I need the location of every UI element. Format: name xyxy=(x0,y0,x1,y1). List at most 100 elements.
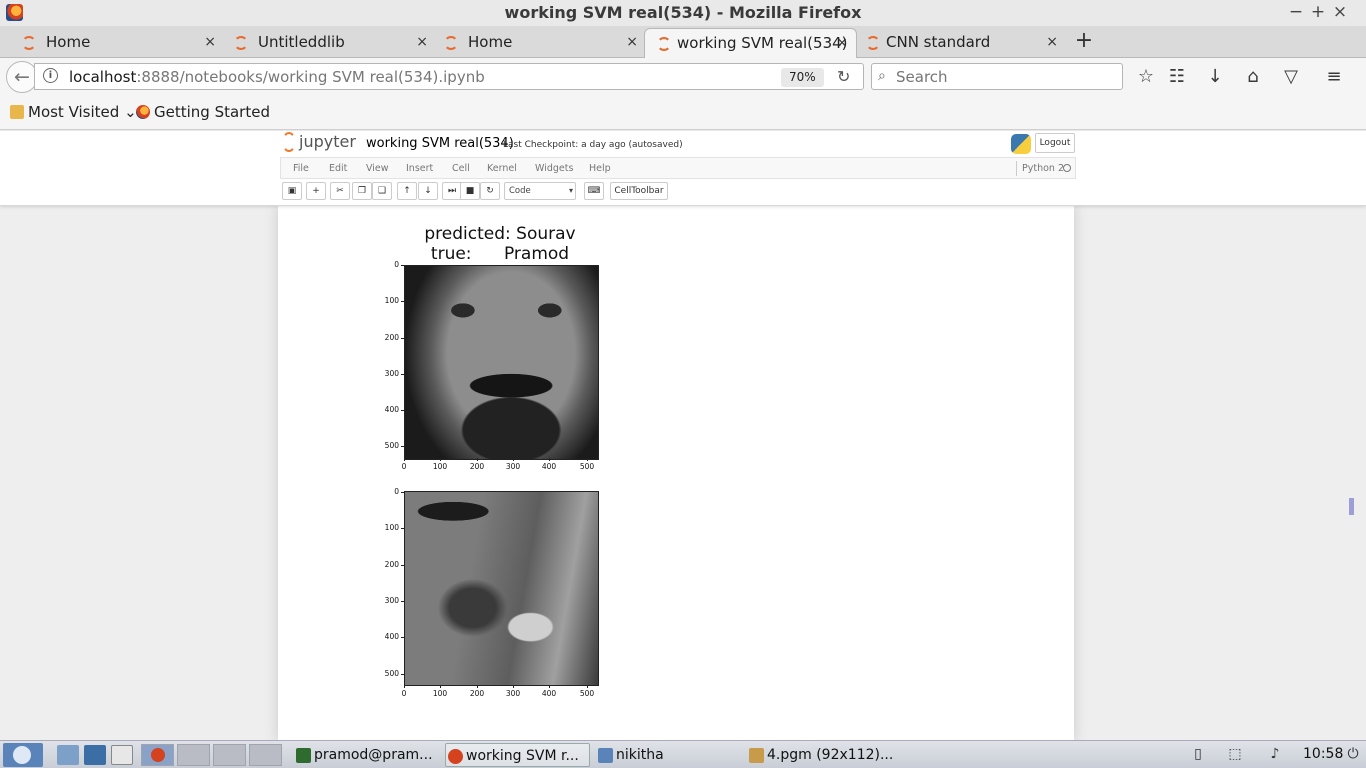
close-tab-icon[interactable]: × xyxy=(626,28,638,56)
scrollbar-thumb[interactable] xyxy=(1349,498,1354,515)
close-window-button[interactable]: × xyxy=(1330,2,1350,22)
interrupt-icon[interactable]: ■ xyxy=(460,182,480,200)
site-info-icon[interactable]: i xyxy=(43,68,58,83)
zoom-level-button[interactable]: 70% xyxy=(781,68,824,87)
workspace-4[interactable] xyxy=(249,744,282,766)
face-image xyxy=(405,266,598,459)
jupyter-logo-icon xyxy=(282,132,296,152)
close-tab-icon[interactable]: × xyxy=(836,29,848,57)
file-manager-icon[interactable] xyxy=(57,745,79,765)
network-icon[interactable]: ⬚ xyxy=(1225,746,1245,764)
task-label: 4.pgm (92x112)... xyxy=(767,747,892,763)
cut-icon[interactable]: ✂ xyxy=(330,182,350,200)
tab-strip: Home × Untitleddlib × Home × working SVM… xyxy=(0,26,1366,59)
menu-cell[interactable]: Cell xyxy=(452,163,470,174)
paste-icon[interactable]: ❑ xyxy=(372,182,392,200)
reading-list-icon[interactable]: ☷ xyxy=(1165,65,1189,89)
y-tick: 500 xyxy=(377,441,404,450)
workspace-1[interactable] xyxy=(141,744,174,766)
taskbar-task-firefox[interactable]: working SVM r... xyxy=(445,743,590,767)
tab-home-2[interactable]: Home × xyxy=(422,28,646,58)
save-icon[interactable]: ▣ xyxy=(282,182,302,200)
keyboard-icon[interactable]: ⌨ xyxy=(584,182,604,200)
taskbar-task-image-viewer[interactable]: 4.pgm (92x112)... xyxy=(747,743,892,767)
search-input[interactable] xyxy=(896,67,1116,86)
move-up-icon[interactable]: ↑ xyxy=(397,182,417,200)
celltoolbar-button[interactable]: CellToolbar xyxy=(610,182,668,200)
y-tick: 0 xyxy=(377,260,404,269)
home-icon[interactable]: ⌂ xyxy=(1241,65,1265,89)
notebook-container xyxy=(278,206,1074,740)
jupyter-header: jupyter working SVM real(534) Last Check… xyxy=(0,131,1366,206)
bookmark-getting-started[interactable]: Getting Started xyxy=(136,103,270,121)
url-bar[interactable]: i localhost:8888/notebooks/working SVM r… xyxy=(34,63,864,90)
reload-icon[interactable]: ↻ xyxy=(837,67,850,86)
menu-widgets[interactable]: Widgets xyxy=(535,163,573,174)
x-tick: 400 xyxy=(534,458,564,471)
bookmark-most-visited[interactable]: Most Visited ⌄ xyxy=(10,103,137,121)
menu-icon[interactable]: ≡ xyxy=(1322,65,1346,89)
taskbar-task-terminal[interactable]: pramod@pram... xyxy=(294,743,439,767)
folder-icon xyxy=(598,748,613,763)
tab-cnn-standard[interactable]: CNN standard × xyxy=(852,28,1066,58)
settings-icon[interactable] xyxy=(84,745,106,765)
restart-icon[interactable]: ↻ xyxy=(480,182,500,200)
logout-button[interactable]: Logout xyxy=(1035,133,1075,153)
tab-home-1[interactable]: Home × xyxy=(0,28,224,58)
notebook-name[interactable]: working SVM real(534) xyxy=(366,136,514,151)
menu-edit[interactable]: Edit xyxy=(329,163,347,174)
url-path: :8888/notebooks/working SVM real(534).ip… xyxy=(136,68,485,86)
tab-untitleddlib[interactable]: Untitleddlib × xyxy=(212,28,436,58)
battery-icon[interactable]: ▯ xyxy=(1188,746,1208,764)
x-tick: 400 xyxy=(534,685,564,698)
taskbar-task-folder[interactable]: nikitha xyxy=(596,743,741,767)
maximize-button[interactable]: + xyxy=(1308,2,1328,22)
clock[interactable]: 10:58 xyxy=(1303,746,1343,762)
volume-icon[interactable]: ♪ xyxy=(1265,746,1285,764)
y-tick: 400 xyxy=(377,405,404,414)
plot-title-true: true: Pramod xyxy=(430,244,570,264)
power-icon[interactable]: ⏻ xyxy=(1343,746,1363,764)
window-icon[interactable] xyxy=(111,745,133,765)
plot-title-predicted: predicted: Sourav xyxy=(424,224,576,244)
insert-cell-icon[interactable]: + xyxy=(306,182,326,200)
workspace-3[interactable] xyxy=(213,744,246,766)
y-tick: 200 xyxy=(377,560,404,569)
x-tick: 300 xyxy=(498,685,528,698)
y-tick: 200 xyxy=(377,333,404,342)
pocket-icon[interactable]: ▽ xyxy=(1279,65,1303,89)
minimize-button[interactable]: − xyxy=(1286,2,1306,22)
x-tick: 0 xyxy=(389,458,419,471)
start-menu-button[interactable] xyxy=(3,743,43,767)
menu-file[interactable]: File xyxy=(293,163,309,174)
tab-label: CNN standard xyxy=(886,33,991,51)
task-label: working SVM r... xyxy=(466,748,579,764)
y-tick: 300 xyxy=(377,596,404,605)
run-cell-icon[interactable]: ⏭ xyxy=(442,182,462,200)
menu-view[interactable]: View xyxy=(366,163,389,174)
page-content: jupyter working SVM real(534) Last Check… xyxy=(0,131,1366,740)
search-bar[interactable]: ⌕ xyxy=(871,63,1123,90)
tab-working-svm[interactable]: working SVM real(534) × xyxy=(644,28,857,59)
x-tick: 500 xyxy=(572,458,602,471)
search-icon: ⌕ xyxy=(878,68,886,84)
url-text[interactable]: localhost:8888/notebooks/working SVM rea… xyxy=(69,68,485,86)
cell-type-select[interactable]: Code ▾ xyxy=(504,182,576,200)
menu-kernel[interactable]: Kernel xyxy=(487,163,517,174)
downloads-icon[interactable]: ↓ xyxy=(1203,65,1227,89)
copy-icon[interactable]: ❐ xyxy=(352,182,372,200)
close-tab-icon[interactable]: × xyxy=(1046,28,1058,56)
new-tab-button[interactable]: + xyxy=(1072,26,1096,56)
bookmark-label: Getting Started xyxy=(154,103,270,121)
chevron-down-icon: ▾ xyxy=(568,186,573,195)
jupyter-favicon-icon xyxy=(234,36,248,50)
jupyter-logo[interactable]: jupyter xyxy=(282,132,356,152)
workspace-2[interactable] xyxy=(177,744,210,766)
bookmark-star-icon[interactable]: ☆ xyxy=(1134,65,1158,89)
task-label: pramod@pram... xyxy=(314,747,433,763)
navigation-toolbar: ← i localhost:8888/notebooks/working SVM… xyxy=(0,58,1366,96)
menu-help[interactable]: Help xyxy=(589,163,611,174)
menu-insert[interactable]: Insert xyxy=(406,163,433,174)
firefox-icon xyxy=(151,748,165,762)
move-down-icon[interactable]: ↓ xyxy=(418,182,438,200)
